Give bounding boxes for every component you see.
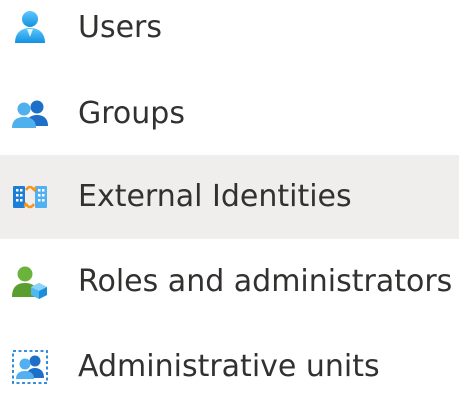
sidebar-item-external-identities[interactable]: External Identities [0,155,459,239]
sidebar-item-label: External Identities [78,179,352,214]
groups-icon [12,100,48,128]
sidebar-item-roles-and-administrators[interactable]: Roles and administrators [0,239,459,325]
user-icon [15,11,45,43]
sidebar-nav: Users Groups External Identities Roles a… [0,0,459,390]
sidebar-item-label: Users [78,10,163,45]
sidebar-item-label: Administrative units [78,349,380,384]
sidebar-item-users[interactable]: Users [0,0,459,71]
sidebar-item-label: Groups [78,96,185,131]
administrative-units-icon [12,350,48,384]
sidebar-item-administrative-units[interactable]: Administrative units [0,324,459,410]
roles-icon [12,266,47,299]
external-identities-icon [13,185,47,209]
sidebar-item-groups[interactable]: Groups [0,71,459,157]
sidebar-item-label: Roles and administrators [78,264,453,299]
